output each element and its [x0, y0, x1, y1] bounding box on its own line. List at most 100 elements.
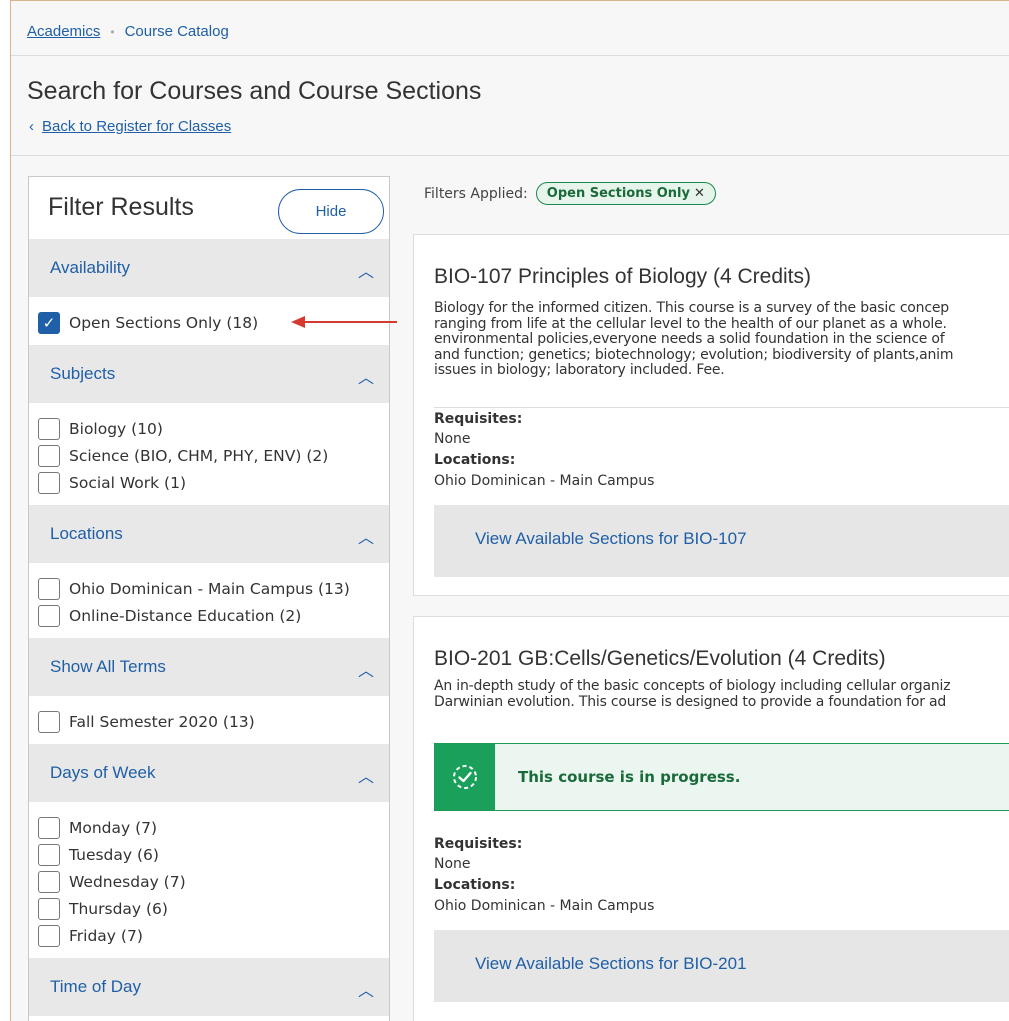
filter-option-label: Friday (7): [69, 926, 143, 945]
locations-value: Ohio Dominican - Main Campus: [434, 473, 655, 489]
filter-option-tuesday[interactable]: Tuesday (6): [38, 841, 389, 868]
checkbox-icon[interactable]: [38, 471, 60, 494]
filter-option-social-work[interactable]: Social Work (1): [38, 469, 389, 496]
description-line: Darwinian evolution. This course is desi…: [434, 693, 947, 710]
filter-option-label: Tuesday (6): [69, 845, 159, 864]
chevron-up-icon: ︿: [357, 983, 374, 1000]
breadcrumb: Academics • Course Catalog: [27, 23, 229, 40]
description-line: environmental policies,everyone needs a …: [434, 331, 945, 347]
filter-section-availability[interactable]: Availability ︿: [29, 239, 389, 297]
filter-title: Filter Results: [48, 193, 194, 221]
filter-options-days: Monday (7) Tuesday (6) Wednesday (7) Thu…: [29, 802, 389, 958]
filter-panel: Filter Results Hide Availability ︿ ✓ Open…: [28, 176, 390, 1021]
description-line: and function; genetics; biotechnology; e…: [434, 346, 954, 363]
filter-section-label: Days of Week: [50, 763, 156, 782]
course-title: BIO-107 Principles of Biology (4 Credits…: [434, 265, 811, 288]
breadcrumb-separator: •: [110, 25, 115, 39]
filter-options-subjects: Biology (10) Science (BIO, CHM, PHY, ENV…: [29, 403, 389, 505]
filter-option-main-campus[interactable]: Ohio Dominican - Main Campus (13): [38, 575, 389, 602]
requisites-value: None: [434, 856, 471, 872]
view-sections-bio-107-link[interactable]: View Available Sections for BIO-107: [475, 529, 747, 549]
requisites-value: None: [434, 431, 471, 447]
filter-chip-label: Open Sections Only: [546, 186, 690, 201]
chevron-up-icon: ︿: [357, 530, 374, 547]
breadcrumb-course-catalog-link[interactable]: Course Catalog: [125, 23, 229, 40]
filter-option-label: Science (BIO, CHM, PHY, ENV) (2): [69, 446, 329, 465]
checkbox-icon[interactable]: [38, 444, 60, 467]
description-line: ranging from life at the cellular level …: [434, 315, 947, 332]
in-progress-banner: This course is in progress.: [434, 743, 1009, 811]
arrow-shaft: [303, 321, 397, 323]
filter-option-label: Wednesday (7): [69, 872, 186, 891]
checkbox-icon[interactable]: [38, 604, 60, 627]
filter-option-wednesday[interactable]: Wednesday (7): [38, 868, 389, 895]
locations-label: Locations:: [434, 452, 516, 468]
filter-option-label: Fall Semester 2020 (13): [69, 712, 255, 731]
annotation-arrow-icon: [291, 316, 397, 328]
app-frame: Academics • Course Catalog Search for Cour…: [10, 0, 1009, 1021]
filter-header: Filter Results Hide: [29, 177, 389, 239]
filter-option-friday[interactable]: Friday (7): [38, 922, 389, 949]
checkbox-icon[interactable]: [38, 870, 60, 893]
filter-section-time-of-day[interactable]: Time of Day ︿: [29, 958, 389, 1016]
filter-option-label: Online-Distance Education (2): [69, 606, 302, 625]
filter-option-label: Social Work (1): [69, 473, 187, 492]
back-to-register-link[interactable]: ‹ Back to Register for Classes: [29, 118, 231, 135]
description-line: An in-depth study of the basic concepts …: [434, 679, 951, 694]
filter-option-monday[interactable]: Monday (7): [38, 814, 389, 841]
progress-check-icon: [453, 765, 477, 789]
filter-section-subjects[interactable]: Subjects ︿: [29, 345, 389, 403]
filter-option-online[interactable]: Online-Distance Education (2): [38, 602, 389, 629]
close-icon[interactable]: ✕: [694, 186, 705, 201]
chevron-up-icon: ︿: [357, 769, 374, 786]
view-sections-bio-201-link[interactable]: View Available Sections for BIO-201: [475, 954, 747, 974]
course-description: Biology for the informed citizen. This c…: [434, 301, 1009, 379]
filter-section-label: Subjects: [50, 364, 116, 383]
filter-section-label: Availability: [50, 258, 131, 277]
card-divider: [434, 407, 1009, 408]
filter-chip-open-sections[interactable]: Open Sections Only ✕: [535, 182, 716, 205]
locations-value: Ohio Dominican - Main Campus: [434, 898, 655, 914]
filter-option-label: Biology (10): [69, 419, 163, 438]
filters-applied: Filters Applied: Open Sections Only ✕: [424, 182, 716, 205]
filter-section-terms[interactable]: Show All Terms ︿: [29, 638, 389, 696]
checkbox-icon[interactable]: [38, 710, 60, 733]
checkbox-icon[interactable]: [38, 924, 60, 947]
checkbox-checked-icon[interactable]: ✓: [38, 311, 60, 334]
title-divider: [11, 155, 1009, 156]
description-line: issues in biology; laboratory included. …: [434, 362, 725, 378]
course-card-bio-201: BIO-201 GB:Cells/Genetics/Evolution (4 C…: [413, 616, 1009, 1021]
filter-section-label: Time of Day: [50, 977, 142, 996]
hide-filters-button[interactable]: Hide: [278, 189, 384, 234]
breadcrumb-academics-link[interactable]: Academics: [27, 23, 100, 40]
filter-section-days[interactable]: Days of Week ︿: [29, 744, 389, 802]
header-divider: [11, 55, 1009, 56]
filter-option-label: Monday (7): [69, 818, 158, 837]
checkbox-icon[interactable]: [38, 897, 60, 920]
filter-section-label: Locations: [50, 524, 123, 543]
chevron-up-icon: ︿: [357, 663, 374, 680]
requisites-label: Requisites:: [434, 836, 523, 852]
status-band: [435, 744, 495, 810]
requisites-label: Requisites:: [434, 411, 523, 427]
filter-option-thursday[interactable]: Thursday (6): [38, 895, 389, 922]
filter-options-locations: Ohio Dominican - Main Campus (13) Online…: [29, 563, 389, 638]
filter-option-label: Thursday (6): [69, 899, 168, 918]
filter-option-biology[interactable]: Biology (10): [38, 415, 389, 442]
progress-message: This course is in progress.: [518, 768, 741, 786]
filter-section-locations[interactable]: Locations ︿: [29, 505, 389, 563]
filter-option-science[interactable]: Science (BIO, CHM, PHY, ENV) (2): [38, 442, 389, 469]
checkbox-icon[interactable]: [38, 816, 60, 839]
filter-option-fall-2020[interactable]: Fall Semester 2020 (13): [38, 708, 389, 735]
chevron-up-icon: ︿: [357, 370, 374, 387]
checkbox-icon[interactable]: [38, 577, 60, 600]
course-description: An in-depth study of the basic concepts …: [434, 679, 1009, 710]
arrow-head: [291, 316, 305, 328]
checkbox-icon[interactable]: [38, 843, 60, 866]
filter-option-label: Ohio Dominican - Main Campus (13): [69, 579, 350, 598]
filter-option-label: Open Sections Only (18): [69, 313, 259, 332]
chevron-up-icon: ︿: [357, 264, 374, 281]
view-sections-box: View Available Sections for BIO-201: [434, 930, 1009, 1002]
checkbox-icon[interactable]: [38, 417, 60, 440]
chevron-left-icon: ‹: [29, 118, 34, 135]
